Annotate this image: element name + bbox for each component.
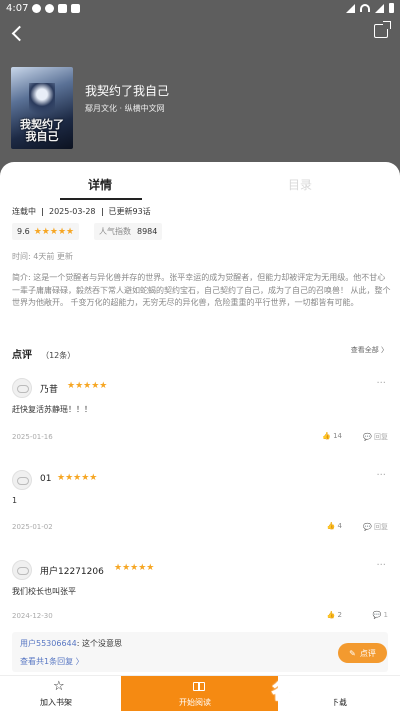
comment-item: 用户12271206 ★★★★★ ··· 我们校长也叫张平 2024-12-30… xyxy=(12,560,388,630)
avatar[interactable] xyxy=(12,470,32,490)
divider xyxy=(101,207,103,216)
cover-title: 我契约了我自己 xyxy=(20,118,64,143)
more-options-icon[interactable]: ··· xyxy=(376,560,386,571)
book-summary: 简介: 这是一个觉醒者与异化兽并存的世界。张平幸运的成为觉醒者，但能力却被评定为… xyxy=(12,273,391,307)
start-reading-label: 开始阅读 xyxy=(179,698,211,707)
signal-icon xyxy=(375,3,384,13)
comment-author: 01 xyxy=(40,474,52,484)
telegram-icon xyxy=(45,4,54,13)
tab-detail[interactable]: 详情 xyxy=(88,176,112,193)
book-open-icon xyxy=(193,682,205,691)
write-review-label: 点评 xyxy=(359,648,376,658)
book-cover[interactable]: 我契约了我自己 xyxy=(11,67,73,149)
detail-sheet: 详情 目录 连载中 2025-03-28 已更新93话 9.6 ★★★★★ 人气… xyxy=(0,162,400,682)
chapter-count: 已更新93话 xyxy=(108,207,151,216)
reply-label: 回复 xyxy=(374,523,388,531)
popularity-badge: 人气指数 8984 xyxy=(94,223,163,240)
vpn-key-icon xyxy=(346,3,355,13)
avatar[interactable] xyxy=(12,378,32,398)
comment-date: 2025-01-02 xyxy=(12,523,53,531)
app-icon xyxy=(58,4,67,13)
book-status-row: 连载中 2025-03-28 已更新93话 xyxy=(12,206,151,217)
comment-stars-icon: ★★★★★ xyxy=(114,563,155,573)
serial-status: 连载中 xyxy=(12,207,36,216)
like-button[interactable]: 👍 2 xyxy=(327,611,342,619)
cover-artwork xyxy=(29,83,55,121)
comment-text: 1 xyxy=(12,496,18,505)
update-time: 时间: 4天前 更新 xyxy=(12,252,73,261)
comment-author: 乃昔 xyxy=(40,385,59,395)
rating-stars-icon: ★★★★★ xyxy=(33,226,75,237)
status-bar: 4:07 xyxy=(0,0,400,18)
reply-preview[interactable]: 用户55306644: 这个没意思 查看共1条回复 〉 xyxy=(12,632,388,672)
book-title: 我契约了我自己 xyxy=(85,84,170,98)
reply-text: : 这个没意思 xyxy=(76,639,122,648)
reply-label: 回复 xyxy=(374,433,388,441)
comment-date: 2024-12-30 xyxy=(12,612,53,620)
comment-item: 01 ★★★★★ ··· 1 2025-01-02 👍 4 💬 回复 xyxy=(12,470,388,540)
rating-badge: 9.6 ★★★★★ xyxy=(12,223,80,240)
notification-icons xyxy=(32,4,80,13)
reply-count: 1 xyxy=(383,611,388,619)
comment-text: 我们校长也叫张平 xyxy=(12,587,76,596)
reply-preview-line: 用户55306644: 这个没意思 xyxy=(20,638,122,649)
popularity-value: 8984 xyxy=(137,227,158,236)
start-reading-button[interactable]: 开始阅读 xyxy=(121,676,278,711)
system-icons xyxy=(346,3,394,13)
watermark-logo: 谷普软件园 xyxy=(272,673,392,705)
like-button[interactable]: 👍 14 xyxy=(322,432,342,440)
app-icon xyxy=(71,4,80,13)
like-count: 2 xyxy=(337,611,342,619)
tab-catalog[interactable]: 目录 xyxy=(288,176,312,193)
reply-user[interactable]: 用户55306644 xyxy=(20,639,77,648)
comment-author: 用户12271206 xyxy=(40,567,104,577)
book-detail-screen: 4:07 我契约了我自己 我契约了我自己 鄢月文化 · 纵横中文网 详情 目录 … xyxy=(0,0,400,711)
like-count: 14 xyxy=(333,432,342,440)
divider xyxy=(42,207,43,216)
tab-indicator xyxy=(60,198,142,200)
reply-button[interactable]: 💬 回复 xyxy=(363,522,388,532)
comment-date: 2025-01-16 xyxy=(12,433,53,441)
wifi-icon xyxy=(360,4,370,12)
comments-count: （12条） xyxy=(41,351,76,360)
book-publisher: 鄢月文化 · 纵横中文网 xyxy=(85,104,165,113)
like-count: 4 xyxy=(337,522,342,530)
comment-stars-icon: ★★★★★ xyxy=(57,473,98,483)
star-icon: ☆ xyxy=(53,679,65,694)
comment-stars-icon: ★★★★★ xyxy=(67,381,108,391)
comment-item: 乃昔 ★★★★★ ··· 赶快复活苏静瑶！！！ 2025-01-16 👍 14 … xyxy=(12,378,388,448)
share-icon[interactable] xyxy=(374,21,391,38)
more-options-icon[interactable]: ··· xyxy=(376,470,386,481)
add-to-shelf-button[interactable]: ☆ 加入书架 xyxy=(0,676,120,711)
more-options-icon[interactable]: ··· xyxy=(376,378,386,389)
comments-header: 点评 （12条） 查看全部 〉 xyxy=(12,343,388,362)
rating-score: 9.6 xyxy=(17,227,30,236)
battery-icon xyxy=(389,3,394,13)
like-button[interactable]: 👍 4 xyxy=(327,522,342,530)
update-date: 2025-03-28 xyxy=(49,207,96,216)
notification-icon xyxy=(32,4,41,13)
reply-button[interactable]: 💬 回复 xyxy=(363,432,388,442)
view-replies-link[interactable]: 查看共1条回复 〉 xyxy=(20,656,84,667)
edit-icon: ✎ xyxy=(349,648,356,658)
popularity-label: 人气指数 xyxy=(99,227,131,236)
view-all-comments-link[interactable]: 查看全部 〉 xyxy=(351,345,388,355)
avatar[interactable] xyxy=(12,560,32,580)
add-to-shelf-label: 加入书架 xyxy=(40,698,72,707)
comments-title: 点评 xyxy=(12,350,32,361)
watermark-text: 谷普软件园 xyxy=(272,678,377,703)
write-review-button[interactable]: ✎ 点评 xyxy=(338,643,387,663)
comment-text: 赶快复活苏静瑶！！！ xyxy=(12,405,92,414)
reply-button[interactable]: 💬 1 xyxy=(373,611,388,619)
status-time: 4:07 xyxy=(6,3,29,14)
back-arrow-icon[interactable] xyxy=(8,24,28,44)
